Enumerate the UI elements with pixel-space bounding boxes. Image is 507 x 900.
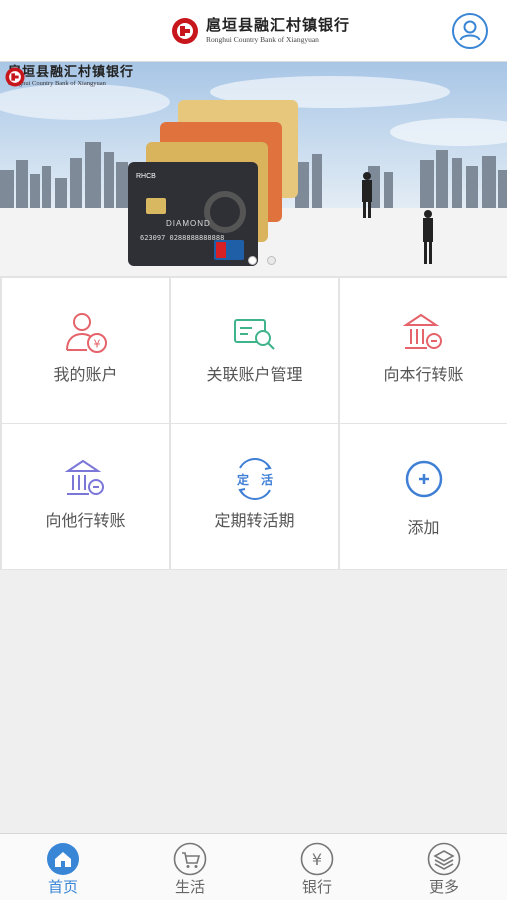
tab-label: 更多 <box>428 878 459 896</box>
tab-more[interactable]: 更多 <box>381 834 507 900</box>
tab-label: 生活 <box>174 878 205 896</box>
user-icon <box>452 13 488 49</box>
tab-home[interactable]: 首页 <box>0 834 126 900</box>
bottom-tab-bar: 首页 生活 ¥ 银行 更多 <box>0 833 507 900</box>
card-brand-text: RHCB <box>136 173 156 180</box>
tab-label: 银行 <box>301 878 332 896</box>
promo-banner[interactable]: RHCB DIAMOND 623097 0288888888888 扈垣县融汇村… <box>0 62 507 276</box>
grid-item-linked-account[interactable]: 关联账户管理 <box>171 278 338 423</box>
carousel-dot-1[interactable] <box>248 256 257 265</box>
banner-bank-logo: 扈垣县融汇村镇银行 Ronghui Country Bank of Xiangy… <box>4 66 134 88</box>
grid-item-label: 添加 <box>407 518 440 537</box>
fixed-icon-text: 定 <box>236 472 248 487</box>
linked-account-icon <box>233 319 275 350</box>
add-icon <box>405 460 442 498</box>
cart-icon <box>173 842 207 876</box>
grid-item-other-bank-transfer[interactable]: 向他行转账 <box>2 424 169 569</box>
banner-bank-name-cn: 扈垣县融汇村镇银行 <box>8 65 135 80</box>
home-icon <box>47 843 79 875</box>
current-icon-text: 活 <box>260 472 272 487</box>
carousel-indicator <box>248 256 276 265</box>
grid-item-label: 我的账户 <box>53 365 118 384</box>
card-label-text: DIAMOND <box>166 219 211 228</box>
bank-transfer-icon <box>402 313 442 349</box>
tab-life[interactable]: 生活 <box>127 834 253 900</box>
bank-emblem-icon <box>5 67 25 87</box>
carousel-dot-2[interactable] <box>267 256 276 265</box>
svg-text:¥: ¥ <box>93 338 100 351</box>
bank-name-cn: 扈垣县融汇村镇银行 <box>206 16 351 35</box>
grid-item-label: 定期转活期 <box>214 511 295 530</box>
app-header: 扈垣县融汇村镇银行 Ronghui Country Bank of Xiangy… <box>0 0 507 62</box>
user-profile-button[interactable] <box>451 12 489 50</box>
grid-item-my-account[interactable]: ¥ 我的账户 <box>2 278 169 423</box>
grid-item-label: 向他行转账 <box>45 511 126 530</box>
account-icon: ¥ <box>65 313 107 353</box>
grid-item-label: 关联账户管理 <box>206 365 303 384</box>
fixed-to-current-icon: 定 活 <box>236 458 273 500</box>
grid-item-add[interactable]: 添加 <box>340 424 507 569</box>
yuan-icon: ¥ <box>300 842 334 876</box>
bank-name-en: Ronghui Country Bank of Xiangyuan <box>206 35 319 45</box>
grid-item-label: 向本行转账 <box>383 365 464 384</box>
other-bank-transfer-icon <box>64 459 104 495</box>
grid-item-fixed-to-current[interactable]: 定 活 定期转活期 <box>171 424 338 569</box>
tab-bank[interactable]: ¥ 银行 <box>254 834 380 900</box>
layers-icon <box>427 842 461 876</box>
bank-logo: 扈垣县融汇村镇银行 Ronghui Country Bank of Xiangy… <box>170 12 350 50</box>
card-number-text: 623097 0288888888888 <box>140 234 224 242</box>
svg-text:¥: ¥ <box>312 850 322 869</box>
bank-emblem-icon <box>172 18 198 44</box>
tab-label: 首页 <box>47 878 78 896</box>
banner-illustration: RHCB DIAMOND 623097 0288888888888 <box>0 76 507 276</box>
grid-item-same-bank-transfer[interactable]: 向本行转账 <box>340 278 507 423</box>
function-grid: ¥ 我的账户 关联账户管理 向本行转账 向他行转账 定 活 定期转活期 添加 <box>0 276 507 570</box>
banner-bank-name-en: Ronghui Country Bank of Xiangyuan <box>8 80 106 87</box>
